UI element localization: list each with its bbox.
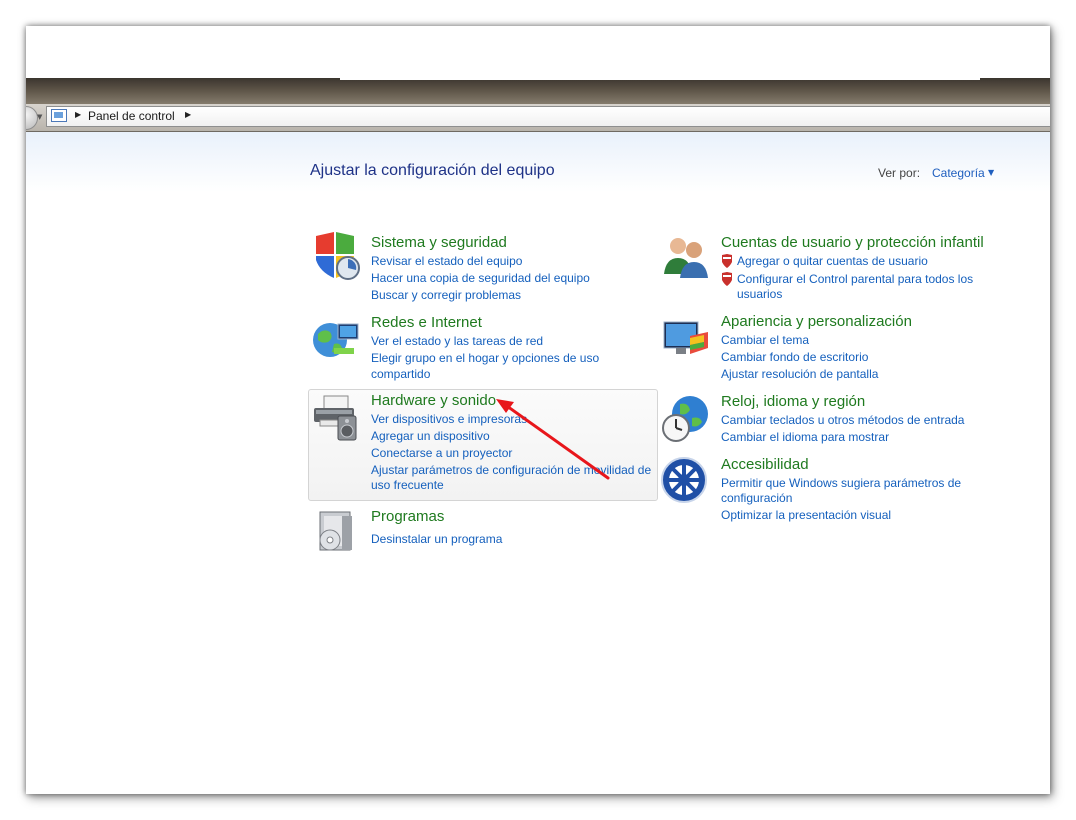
breadcrumb-control-panel[interactable]: Panel de control	[88, 109, 175, 123]
control-panel-window: ▼ ▶ Panel de control ▶ Ajustar la config…	[26, 26, 1050, 794]
control-panel-content: Ajustar la configuración del equipo Ver …	[26, 132, 1050, 794]
breadcrumb-chevron-icon[interactable]: ▶	[185, 110, 191, 119]
title-bar	[26, 78, 1050, 106]
title-bar-highlight	[340, 78, 980, 80]
address-bar[interactable]: ▶ Panel de control ▶	[46, 106, 1050, 127]
breadcrumb-chevron-icon[interactable]: ▶	[75, 110, 81, 119]
recent-pages-dropdown-icon[interactable]: ▼	[37, 113, 42, 121]
control-panel-icon	[51, 109, 67, 122]
annotation-arrow	[496, 399, 610, 480]
